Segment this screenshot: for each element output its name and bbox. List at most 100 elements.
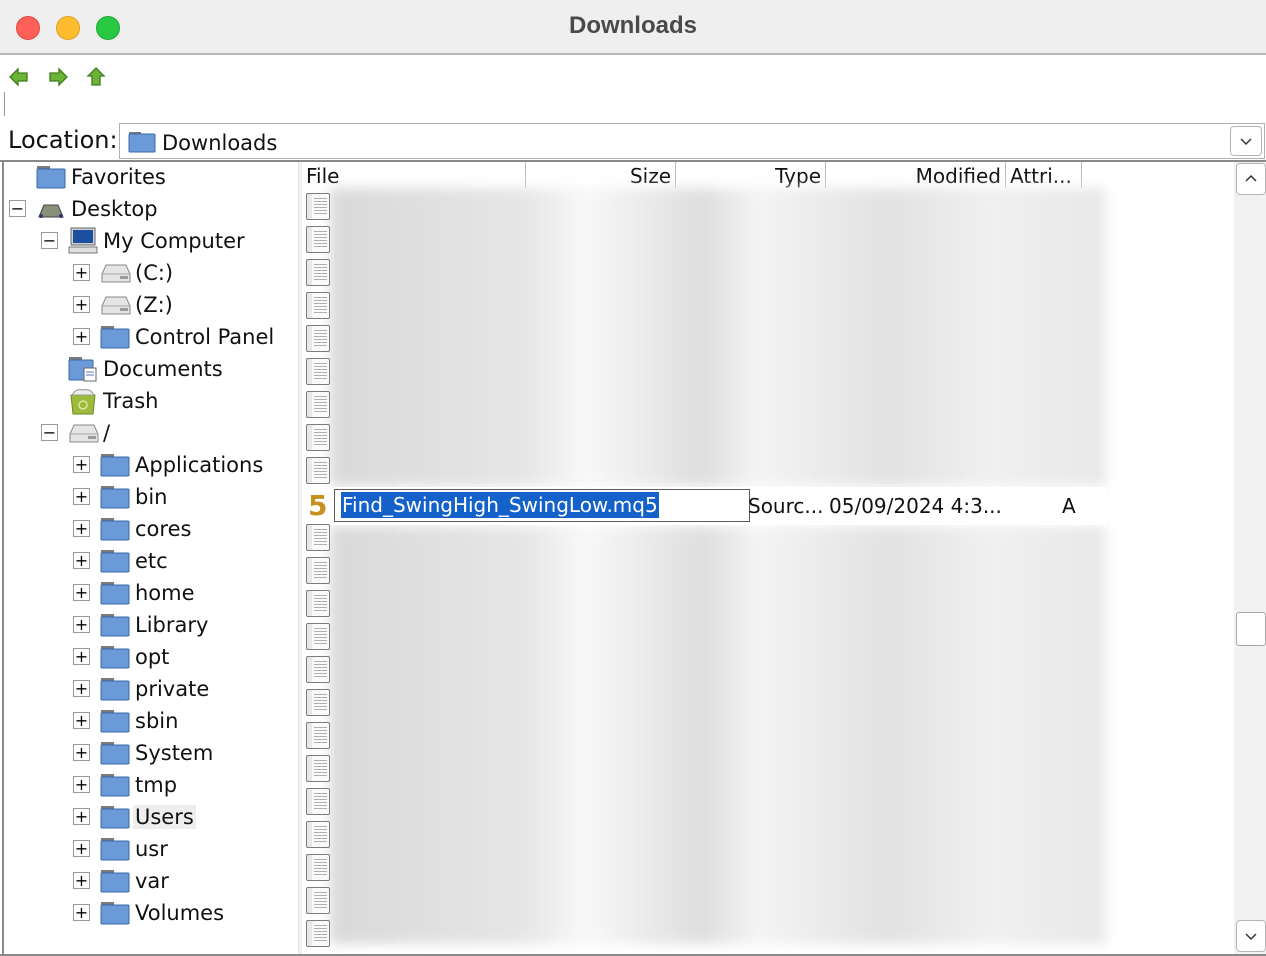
chevron-up-icon: [1245, 174, 1257, 182]
tree-item[interactable]: + Control Panel: [73, 322, 276, 352]
expand-icon[interactable]: +: [73, 872, 90, 889]
tree-item[interactable]: + tmp: [73, 770, 179, 800]
tree-item[interactable]: + sbin: [73, 706, 180, 736]
expand-icon[interactable]: +: [73, 456, 90, 473]
location-combobox[interactable]: Downloads: [119, 123, 1265, 159]
up-button[interactable]: [85, 66, 107, 88]
expand-icon[interactable]: +: [73, 520, 90, 537]
column-header-type[interactable]: Type: [676, 162, 826, 188]
text-file-icon: [306, 557, 330, 584]
text-file-icon: [306, 292, 330, 319]
expand-icon[interactable]: +: [73, 584, 90, 601]
column-header-file[interactable]: File: [302, 162, 526, 188]
expand-icon[interactable]: +: [73, 712, 90, 729]
tree-item[interactable]: − /: [41, 418, 112, 448]
folder-tree[interactable]: Favorites − Desktop − My Computer + (C:) + (Z:) +…: [2, 162, 298, 954]
tree-item[interactable]: + Users: [73, 802, 196, 832]
collapse-icon[interactable]: −: [41, 232, 58, 249]
chevron-down-icon: [1240, 138, 1252, 146]
expand-icon[interactable]: +: [73, 552, 90, 569]
expand-icon[interactable]: +: [73, 904, 90, 921]
documents-icon: [68, 355, 100, 383]
desktop-icon: [36, 195, 68, 223]
expand-icon[interactable]: +: [73, 648, 90, 665]
rename-input[interactable]: Find_SwingHigh_SwingLow.mq5: [334, 489, 750, 522]
expand-icon[interactable]: +: [73, 616, 90, 633]
expand-icon[interactable]: +: [73, 776, 90, 793]
folder-icon: [100, 611, 132, 639]
tree-item[interactable]: + var: [73, 866, 171, 896]
tree-item[interactable]: + private: [73, 674, 211, 704]
expand-icon[interactable]: +: [73, 328, 90, 345]
tree-item[interactable]: + Applications: [73, 450, 265, 480]
location-value: Downloads: [162, 131, 278, 155]
folder-icon: [100, 451, 132, 479]
tree-item-label: Desktop: [71, 197, 158, 221]
file-row-selected[interactable]: 5 Find_SwingHigh_SwingLow.mq5 Sourc... 0…: [302, 487, 1106, 525]
expand-icon[interactable]: +: [73, 264, 90, 281]
tree-item-label: /: [103, 421, 111, 445]
location-dropdown-button[interactable]: [1230, 126, 1262, 156]
expand-icon[interactable]: +: [73, 488, 90, 505]
scroll-thumb[interactable]: [1236, 612, 1266, 646]
forward-button[interactable]: [47, 66, 69, 88]
expand-icon[interactable]: +: [73, 744, 90, 761]
folder-icon: [128, 131, 156, 157]
file-list[interactable]: File Size Type Modified Attri... 5 Find_…: [302, 162, 1234, 954]
tree-item[interactable]: Documents: [68, 354, 225, 384]
back-button[interactable]: [8, 66, 30, 88]
tree-item-label: (Z:): [135, 293, 173, 317]
blurred-rows: [330, 526, 1106, 944]
file-attributes: A: [1062, 494, 1076, 518]
tree-item-label: (C:): [135, 261, 174, 285]
tree-item-label: Control Panel: [135, 325, 275, 349]
scroll-up-button[interactable]: [1236, 163, 1266, 195]
tree-item-label: private: [135, 677, 210, 701]
tree-item[interactable]: − Desktop: [9, 194, 160, 224]
column-header-size[interactable]: Size: [526, 162, 676, 188]
computer-icon: [68, 227, 100, 255]
collapse-icon[interactable]: −: [41, 424, 58, 441]
scroll-down-button[interactable]: [1236, 920, 1266, 952]
tree-item[interactable]: + bin: [73, 482, 169, 512]
file-modified: 05/09/2024 4:3...: [829, 494, 1002, 518]
text-file-icon: [306, 524, 330, 551]
tree-item[interactable]: + (C:): [73, 258, 175, 288]
text-file-icon: [306, 722, 330, 749]
tree-item[interactable]: + System: [73, 738, 215, 768]
text-file-icon: [306, 821, 330, 848]
text-file-icon: [306, 656, 330, 683]
tree-item[interactable]: + etc: [73, 546, 170, 576]
tree-item[interactable]: + opt: [73, 642, 171, 672]
tree-item[interactable]: Trash: [68, 386, 161, 416]
tree-item[interactable]: + cores: [73, 514, 193, 544]
tree-item[interactable]: + Volumes: [73, 898, 226, 928]
tree-item[interactable]: Favorites: [36, 162, 168, 192]
text-file-icon: [306, 623, 330, 650]
column-header-attributes[interactable]: Attri...: [1006, 162, 1082, 188]
folder-icon: [100, 643, 132, 671]
vertical-scrollbar[interactable]: [1234, 162, 1266, 954]
collapse-icon[interactable]: −: [9, 200, 26, 217]
file-type: Sourc...: [748, 494, 824, 518]
tree-item[interactable]: + (Z:): [73, 290, 175, 320]
expand-icon[interactable]: +: [73, 680, 90, 697]
tree-item-label: tmp: [135, 773, 178, 797]
column-header-modified[interactable]: Modified: [826, 162, 1006, 188]
expand-icon[interactable]: +: [73, 296, 90, 313]
tree-item-label: System: [135, 741, 214, 765]
tree-item[interactable]: + home: [73, 578, 197, 608]
folder-icon: [100, 867, 132, 895]
text-file-icon: [306, 887, 330, 914]
tree-item[interactable]: − My Computer: [41, 226, 247, 256]
folder-icon: [100, 483, 132, 511]
text-file-icon: [306, 854, 330, 881]
tree-item-label: usr: [135, 837, 168, 861]
tree-item[interactable]: + Library: [73, 610, 210, 640]
expand-icon[interactable]: +: [73, 840, 90, 857]
tree-item[interactable]: + usr: [73, 834, 170, 864]
tree-item-label: Documents: [103, 357, 223, 381]
expand-icon[interactable]: +: [73, 808, 90, 825]
folder-icon: [100, 707, 132, 735]
folder-icon: [36, 163, 68, 191]
